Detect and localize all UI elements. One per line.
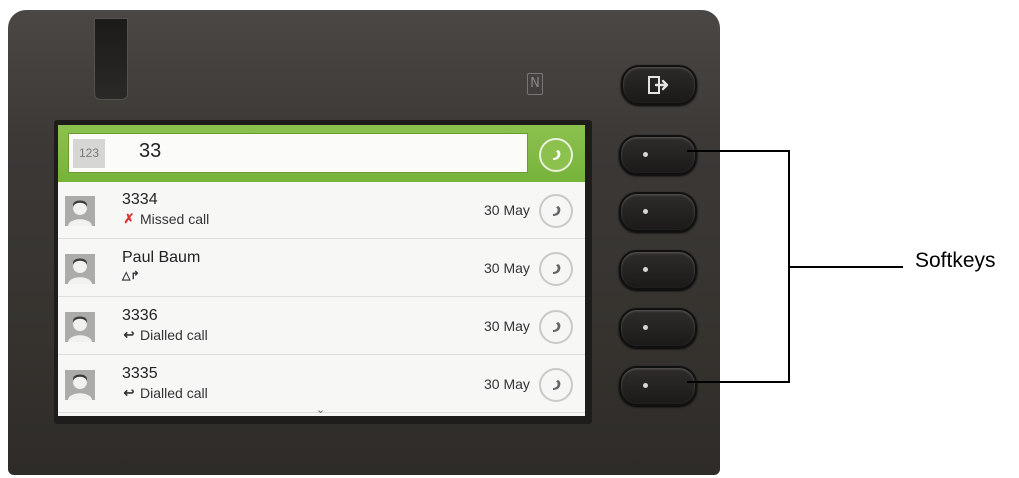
entry-status-text: Dialled call (140, 385, 208, 401)
softkey-dot (643, 209, 648, 214)
leader-line (687, 150, 790, 152)
avatar (65, 370, 95, 400)
softkey-4[interactable] (619, 308, 697, 348)
softkey-1[interactable] (619, 135, 697, 175)
exit-button[interactable] (621, 65, 697, 105)
phone-handset-icon (553, 322, 561, 332)
softkey-dot (643, 325, 648, 330)
call-button[interactable] (539, 368, 573, 402)
entry-status-text: Missed call (140, 211, 210, 227)
call-button[interactable] (539, 252, 573, 286)
entry-date: 30 May (484, 376, 530, 392)
phone-handset-icon (553, 380, 561, 390)
missed-call-icon: ✗ (123, 211, 135, 226)
phone-display: 123 33 3334 ✗ Missed call 30 May Paul Ba… (58, 125, 585, 416)
dialled-call-icon: ↩ (123, 385, 135, 400)
avatar (65, 312, 95, 342)
input-mode-badge[interactable]: 123 (73, 139, 105, 168)
entry-status: ↩ Dialled call (122, 385, 208, 401)
entry-date: 30 May (484, 318, 530, 334)
phone-handset-icon (553, 264, 561, 274)
entry-name: 3335 (122, 365, 158, 382)
dial-input-value: 33 (139, 140, 162, 162)
exit-icon (648, 76, 669, 94)
leader-line (788, 266, 903, 268)
entry-date: 30 May (484, 260, 530, 276)
entry-name: 3336 (122, 307, 158, 324)
entry-name: 3334 (122, 191, 158, 208)
entry-status: △↱ (122, 269, 146, 282)
softkey-dot (643, 383, 648, 388)
avatar (65, 254, 95, 284)
softkey-3[interactable] (619, 250, 697, 290)
leader-line (687, 381, 790, 383)
entry-name: Paul Baum (122, 249, 201, 266)
call-list-item[interactable]: Paul Baum △↱ 30 May (58, 240, 585, 297)
softkey-5[interactable] (619, 366, 697, 406)
avatar (65, 196, 95, 226)
nfc-icon: N (527, 73, 543, 95)
softkey-dot (643, 267, 648, 272)
call-list-item[interactable]: 3336 ↩ Dialled call 30 May (58, 298, 585, 355)
entry-status: ↩ Dialled call (122, 327, 208, 343)
dialled-call-icon: ↩ (123, 327, 135, 342)
forwarded-call-icon: △↱ (122, 270, 140, 282)
softkeys-label: Softkeys (915, 249, 996, 272)
dial-input-bar: 123 33 (58, 125, 585, 182)
call-button[interactable] (539, 194, 573, 228)
dial-call-button[interactable] (539, 138, 573, 172)
dial-input-field[interactable]: 123 33 (68, 133, 528, 173)
softkey-dot (643, 152, 648, 157)
scroll-down-chevron-icon[interactable]: ⌄ (316, 403, 325, 416)
entry-status: ✗ Missed call (122, 211, 210, 227)
entry-status-text: Dialled call (140, 327, 208, 343)
handset-slot (94, 18, 128, 100)
call-button[interactable] (539, 310, 573, 344)
phone-handset-icon (553, 150, 561, 160)
entry-date: 30 May (484, 202, 530, 218)
phone-handset-icon (553, 206, 561, 216)
call-list-item[interactable]: 3334 ✗ Missed call 30 May (58, 182, 585, 239)
softkey-2[interactable] (619, 192, 697, 232)
